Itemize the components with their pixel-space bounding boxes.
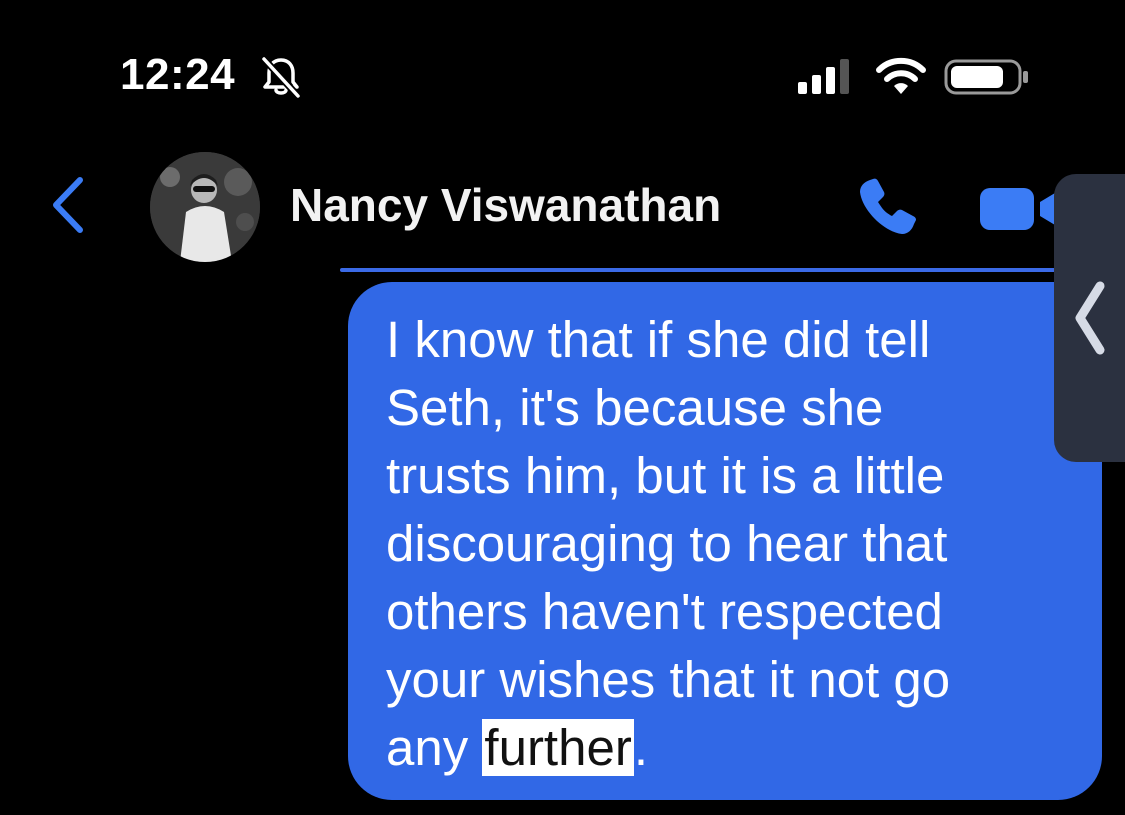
bell-slash-icon (261, 56, 301, 99)
phone-icon[interactable] (856, 176, 922, 238)
wifi-icon (876, 57, 926, 94)
side-panel-handle[interactable] (1054, 174, 1125, 462)
highlighted-word: further (482, 719, 634, 776)
message-text-main: I know that if she did tell Seth, it's b… (386, 311, 951, 776)
chevron-left-icon (1075, 281, 1105, 355)
header-divider (340, 268, 1070, 272)
message-text-end: . (633, 719, 648, 776)
outgoing-message-bubble[interactable]: I know that if she did tell Seth, it's b… (348, 282, 1102, 800)
back-button[interactable] (44, 172, 94, 238)
battery-icon (944, 59, 1028, 95)
avatar-photo (150, 152, 260, 262)
message-text[interactable]: I know that if she did tell Seth, it's b… (386, 306, 1086, 782)
status-time: 12:24 (120, 50, 236, 99)
messenger-screen: 12:24 Nancy Viswanathan I know that if s… (0, 0, 1125, 815)
cellular-signal-icon (798, 59, 849, 94)
contact-name[interactable]: Nancy Viswanathan (290, 178, 721, 232)
avatar[interactable] (150, 152, 260, 262)
